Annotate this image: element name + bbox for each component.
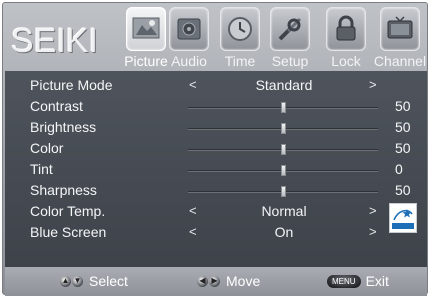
move-label: Move: [226, 273, 261, 289]
up-button-icon: ▲: [60, 275, 71, 287]
select-label: Select: [89, 273, 128, 289]
blue-screen-value: On: [274, 224, 294, 240]
picture-mode-label: Picture Mode: [30, 77, 113, 93]
audio-icon: [169, 7, 209, 51]
channel-icon: [380, 7, 420, 51]
tab-setup[interactable]: Setup: [267, 7, 313, 71]
tint-value: 0: [395, 161, 403, 177]
tab-time[interactable]: Time: [217, 7, 263, 71]
tab-time-label: Time: [224, 53, 256, 69]
brightness-value: 50: [395, 119, 411, 135]
left-arrow-icon[interactable]: <: [189, 203, 197, 218]
time-icon: [220, 7, 260, 51]
menu-key-icon: MENU: [327, 274, 361, 288]
picture-menu: Picture Mode < Standard > Contrast 50 Br…: [5, 71, 427, 267]
tint-label: Tint: [30, 161, 53, 177]
tab-channel[interactable]: Channel: [374, 7, 426, 71]
contrast-slider-thumb[interactable]: [281, 102, 286, 113]
color-value: 50: [395, 140, 411, 156]
color-temp-row[interactable]: Color Temp. < Normal >: [5, 202, 427, 223]
picture-icon: [126, 7, 166, 51]
color-slider-thumb[interactable]: [281, 144, 286, 155]
brightness-label: Brightness: [30, 119, 97, 135]
exit-hint: MENU Exit: [327, 273, 389, 289]
brightness-row[interactable]: Brightness 50: [5, 118, 427, 139]
contrast-value: 50: [395, 98, 411, 114]
down-button-icon: ▼: [72, 275, 83, 287]
tint-slider-thumb[interactable]: [281, 165, 286, 176]
tint-row[interactable]: Tint 0: [5, 160, 427, 181]
color-temp-value: Normal: [261, 203, 307, 219]
right-arrow-icon[interactable]: >: [369, 224, 377, 239]
left-button-icon: ◀: [197, 275, 208, 287]
move-hint: ◀ ▶ Move: [197, 273, 260, 289]
osd-footer: ▲ ▼ Select ◀ ▶ Move MENU Exit: [5, 267, 427, 296]
picture-mode-value: Standard: [255, 77, 313, 93]
energy-star-logo: [389, 203, 417, 233]
picture-mode-row[interactable]: Picture Mode < Standard >: [5, 76, 427, 97]
sharpness-slider-thumb[interactable]: [281, 186, 286, 197]
left-arrow-icon[interactable]: <: [189, 77, 197, 92]
tab-audio-label: Audio: [171, 53, 207, 69]
tab-channel-label: Channel: [373, 53, 427, 69]
brand-logo: SEIKI: [11, 22, 98, 60]
blue-screen-label: Blue Screen: [30, 224, 107, 240]
left-arrow-icon[interactable]: <: [189, 224, 197, 239]
sharpness-label: Sharpness: [30, 182, 97, 198]
tab-setup-label: Setup: [271, 53, 309, 69]
right-button-icon: ▶: [209, 275, 220, 287]
contrast-row[interactable]: Contrast 50: [5, 97, 427, 118]
tab-lock[interactable]: Lock: [323, 7, 369, 71]
brightness-slider-thumb[interactable]: [281, 123, 286, 134]
color-temp-label: Color Temp.: [30, 203, 106, 219]
sharpness-row[interactable]: Sharpness 50: [5, 181, 427, 202]
color-label: Color: [30, 140, 64, 156]
osd-header: SEIKI Picture Audio Time Setup Lock Chan…: [3, 3, 429, 71]
setup-icon: [270, 7, 310, 51]
tv-osd-screen: SEIKI Picture Audio Time Setup Lock Chan…: [2, 2, 429, 296]
select-hint: ▲ ▼ Select: [60, 273, 128, 289]
contrast-label: Contrast: [30, 98, 83, 114]
blue-screen-row[interactable]: Blue Screen < On >: [5, 223, 427, 244]
lock-icon: [326, 7, 366, 51]
right-arrow-icon[interactable]: >: [369, 77, 377, 92]
tab-audio[interactable]: Audio: [166, 7, 212, 71]
exit-label: Exit: [365, 273, 389, 289]
sharpness-value: 50: [395, 182, 411, 198]
right-arrow-icon[interactable]: >: [369, 203, 377, 218]
color-row[interactable]: Color 50: [5, 139, 427, 160]
tab-lock-label: Lock: [331, 53, 361, 69]
